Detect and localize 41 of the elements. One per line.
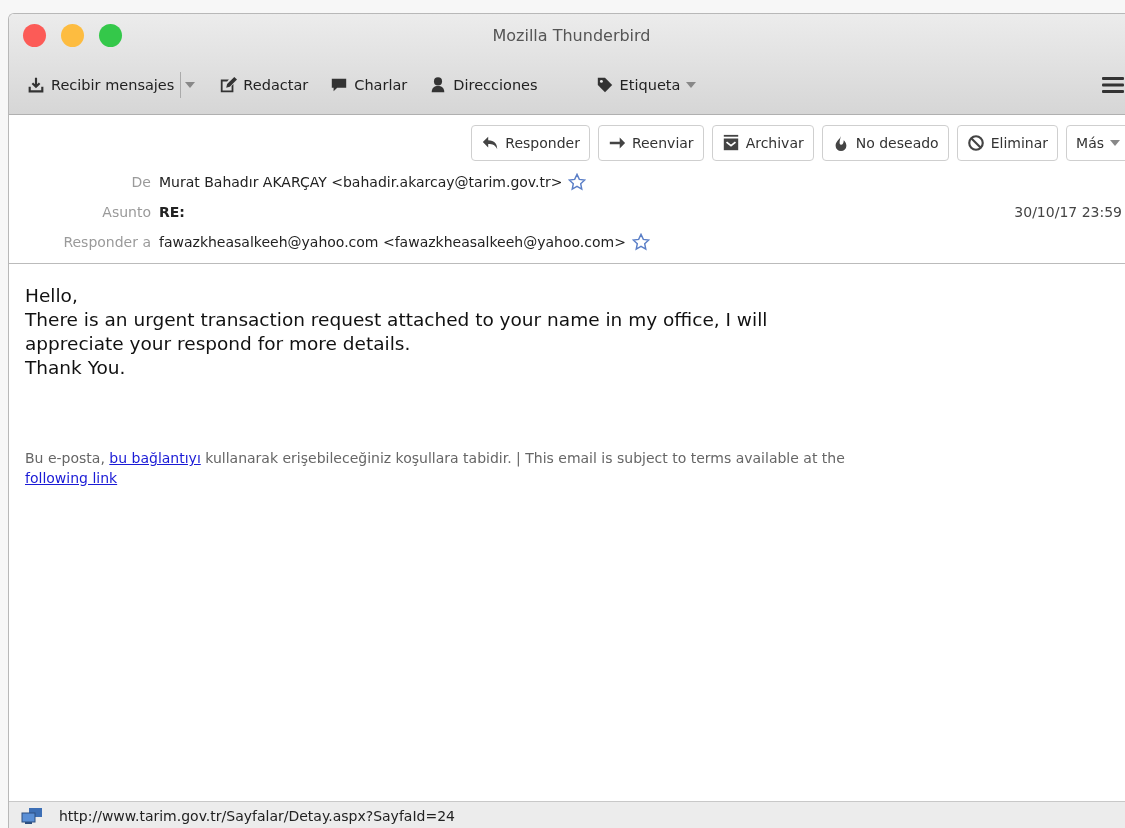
archive-button[interactable]: Archivar [711, 125, 814, 161]
junk-button[interactable]: No deseado [821, 125, 949, 161]
tag-toolbar-button[interactable]: Etiqueta [589, 72, 703, 98]
pencil-icon [219, 76, 238, 94]
star-icon[interactable] [631, 233, 650, 251]
sender-address: Murat Bahadır AKARÇAY <bahadir.akarcay@tarim.gov.tr> [159, 174, 563, 190]
message-text: appreciate your respond for more details. [25, 332, 412, 356]
zoom-button[interactable] [99, 23, 122, 47]
download-toolbar-button[interactable]: Recibir mensajes [21, 72, 181, 98]
prohibited-icon [966, 134, 985, 152]
menu-icon[interactable] [1102, 76, 1124, 94]
archive-box-icon [721, 134, 740, 152]
network-icon [21, 806, 43, 825]
caret-icon [185, 82, 196, 88]
reply-button[interactable]: Responder [471, 125, 590, 161]
caret-icon [1110, 140, 1120, 146]
delete-button[interactable]: Eliminar [956, 125, 1059, 161]
disclaimer-text: Bu e-posta, bu bağlantıyı kullanarak erişebileceğiniz koşullara tabidir. | This email is subject to terms available at the following link [25, 449, 846, 488]
reply-to-label: Responder a [62, 234, 152, 250]
close-button[interactable] [23, 23, 46, 47]
message-text: Thank You. [25, 356, 127, 380]
message-date: 30/10/17 23:59 [1014, 204, 1122, 220]
star-icon[interactable] [568, 173, 587, 191]
window-title: Mozilla Thunderbird [492, 25, 651, 45]
download-icon [27, 76, 45, 94]
chat-toolbar-button[interactable]: Charlar [324, 72, 414, 98]
contacts-toolbar-button[interactable]: Direcciones [423, 72, 544, 98]
minimize-button[interactable] [61, 23, 84, 47]
status-url: http://www.tarim.gov.tr/Sayfalar/Detay.aspx?SayfaId=24 [59, 807, 455, 824]
tag-icon [595, 76, 614, 94]
reply-to-address: fawazkheasalkeeh@yahoo.com <fawazkheasalkeeh@yahoo.com> [159, 234, 626, 250]
more-button[interactable]: Más [1066, 125, 1125, 161]
compose-toolbar-button[interactable]: Redactar [213, 72, 315, 98]
subject-text: RE: [159, 204, 185, 220]
sender-label: De [130, 174, 152, 190]
message-text: There is an urgent transaction request attached to your name in my office, I will [25, 308, 769, 332]
terms-link[interactable]: bu bağlantıyı [109, 450, 201, 466]
message-text: Hello, [25, 284, 79, 308]
forward-button[interactable]: Reenviar [597, 125, 704, 161]
subject-label: Asunto [101, 204, 152, 220]
terms-link[interactable]: following link [25, 470, 118, 486]
